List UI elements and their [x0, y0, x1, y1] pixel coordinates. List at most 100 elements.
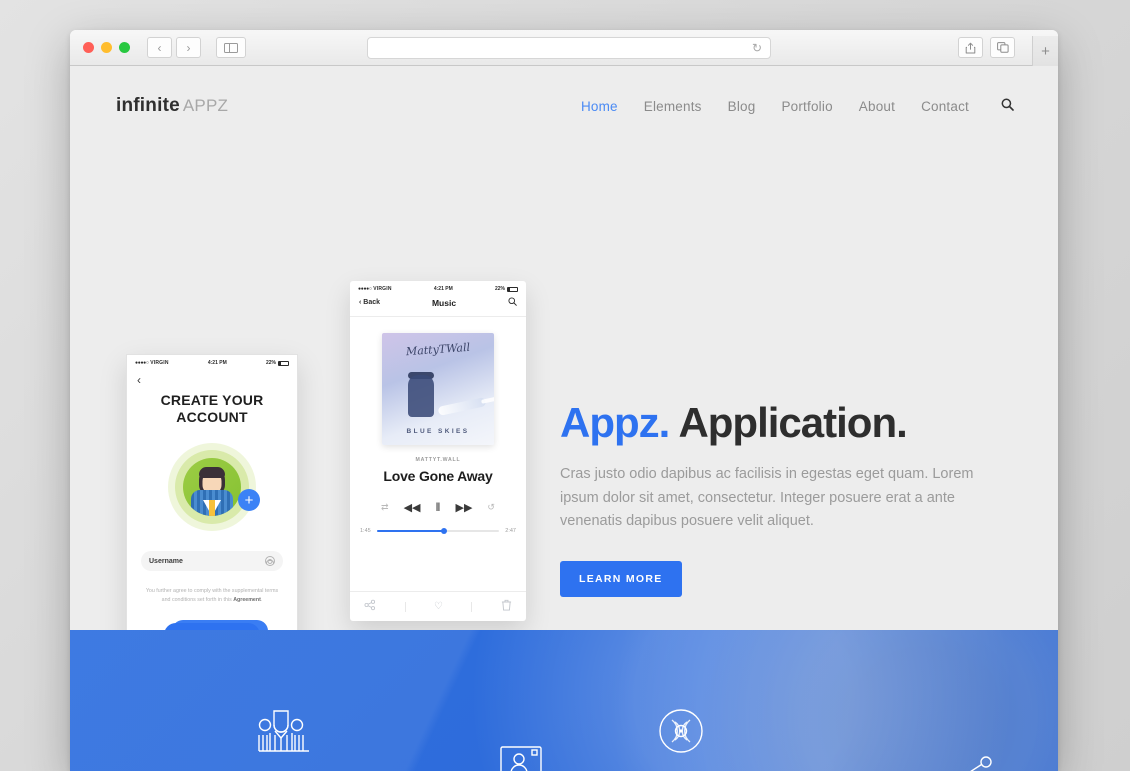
signup-title: CREATE YOUR ACCOUNT [127, 392, 297, 425]
browser-toolbar: ‹ › ↻ + [70, 30, 1058, 66]
carrier-name: VIRGIN [150, 360, 169, 366]
avatar: + [168, 443, 260, 532]
back-button[interactable]: ‹ [147, 37, 172, 58]
nav-item-elements[interactable]: Elements [644, 99, 702, 114]
repeat-icon[interactable]: ↺ [487, 502, 495, 513]
nav-item-about[interactable]: About [859, 99, 895, 114]
sidebar-icon [224, 42, 238, 53]
next-track-icon[interactable]: ▶▶ [455, 501, 472, 514]
signup-battery-indicator: 22% [266, 360, 289, 366]
playback-progress: 1:45 2:47 [360, 528, 516, 534]
footer-divider [471, 601, 473, 612]
site-header: infinite APPZ Home Elements Blog Portfoli… [70, 66, 1058, 146]
footer-divider [404, 601, 406, 612]
nav-item-portfolio[interactable]: Portfolio [781, 99, 832, 114]
hero-paragraph: Cras justo odio dapibus ac facilisis in … [560, 466, 974, 530]
signup-title-line1: CREATE YOUR [160, 392, 264, 408]
hero-section: ●●●●○ VIRGIN 4:21 PM 22% ‹ CREATE YOUR A… [70, 146, 1058, 672]
music-clock: 4:21 PM [433, 286, 453, 292]
signup-carrier-label: ●●●●○ VIRGIN [135, 360, 169, 366]
music-status-bar: ●●●●○ VIRGIN 4:21 PM 22% [350, 281, 526, 294]
battery-icon [278, 360, 289, 366]
signup-status-bar: ●●●●○ VIRGIN 4:21 PM 22% [127, 355, 297, 368]
music-footer-actions: ♡ [350, 591, 526, 621]
web-page: infinite APPZ Home Elements Blog Portfoli… [70, 66, 1058, 771]
features-blue-section [70, 630, 1058, 771]
music-back-button[interactable]: ‹ Back [359, 299, 380, 306]
hero-copy: Appz. Application. Cras justo odio dapib… [560, 399, 990, 597]
like-heart-icon[interactable]: ♡ [434, 601, 443, 612]
page-title: Appz. Application. [560, 399, 990, 446]
user-icon [265, 556, 275, 567]
music-battery-percent: 22% [494, 286, 505, 292]
forward-button[interactable]: › [176, 37, 201, 58]
tabs-icon [996, 42, 1009, 53]
username-input[interactable]: Username [141, 551, 283, 572]
track-title: Love Gone Away [383, 468, 493, 484]
album-signature: MattyTWall [405, 340, 471, 359]
music-signal-dots: ●●●●○ [358, 286, 372, 292]
close-window-button[interactable] [83, 42, 94, 53]
nav-item-home[interactable]: Home [581, 99, 618, 114]
share-icon [965, 42, 976, 53]
id-card-icon[interactable] [499, 745, 543, 771]
headline-accent: Appz. [560, 399, 670, 446]
signal-dots: ●●●●○ [135, 360, 149, 366]
music-screen-title: Music [431, 297, 457, 308]
album-figure [408, 375, 434, 417]
album-artwork: MattyTWall BLUE SKIES [382, 333, 494, 445]
reload-icon[interactable]: ↻ [752, 42, 762, 54]
delete-trash-icon[interactable] [501, 599, 512, 614]
sidebar-toggle-button[interactable] [216, 37, 246, 58]
shuffle-icon[interactable]: ⇄ [381, 502, 389, 513]
minimize-window-button[interactable] [101, 42, 112, 53]
previous-track-icon[interactable]: ◀◀ [404, 501, 421, 514]
nav-item-blog[interactable]: Blog [728, 99, 756, 114]
music-phone-mockup: ●●●●○ VIRGIN 4:21 PM 22% ‹ Back Music Ma… [350, 281, 526, 621]
screenshot-root: ‹ › ↻ + infinite APPZ Home Elements Blog… [0, 0, 1130, 771]
new-tab-button[interactable]: + [1032, 36, 1058, 66]
main-navigation: Home Elements Blog Portfolio About Conta… [581, 98, 1014, 114]
browser-window: ‹ › ↻ + infinite APPZ Home Elements Blog… [70, 30, 1058, 771]
battery-percent: 22% [265, 360, 276, 366]
album-subtitle: BLUE SKIES [406, 428, 470, 435]
group-people-icon[interactable] [253, 705, 309, 757]
music-search-icon[interactable] [508, 297, 517, 308]
player-controls: ⇄ ◀◀ ‖ ▶▶ ↺ [350, 500, 526, 514]
nav-item-contact[interactable]: Contact [921, 99, 969, 114]
pause-icon[interactable]: ‖ [436, 500, 441, 514]
music-battery-icon [507, 286, 518, 292]
signup-clock: 4:21 PM [207, 360, 227, 366]
total-time: 2:47 [505, 528, 516, 534]
share-network-icon[interactable] [950, 752, 1000, 771]
username-placeholder: Username [149, 557, 183, 565]
progress-fill [376, 530, 445, 532]
logo-light-text: APPZ [182, 96, 229, 115]
headline-rest: Application. [678, 399, 907, 446]
progress-knob[interactable] [441, 528, 448, 534]
add-user-badge-icon[interactable]: + [238, 489, 260, 512]
progress-slider[interactable] [376, 528, 500, 534]
zoom-window-button[interactable] [119, 42, 130, 53]
window-controls [83, 42, 130, 53]
elapsed-time: 1:45 [360, 528, 371, 534]
learn-more-button[interactable]: LEARN MORE [560, 560, 682, 597]
navigation-buttons: ‹ › [147, 37, 246, 58]
show-tabs-button[interactable] [990, 37, 1015, 58]
signup-back-button[interactable]: ‹ [127, 368, 297, 386]
site-logo[interactable]: infinite APPZ [116, 95, 228, 117]
music-nav-bar: ‹ Back Music [350, 294, 526, 317]
toolbar-right-actions [958, 37, 1015, 58]
share-icon[interactable] [364, 599, 376, 614]
album-guitar [437, 397, 487, 416]
signup-legal-text: You further agree to comply with the sup… [145, 587, 279, 605]
search-icon[interactable] [1001, 98, 1014, 114]
avatar-person-icon [183, 458, 241, 517]
share-button[interactable] [958, 37, 983, 58]
vinyl-record-icon[interactable] [658, 708, 704, 754]
track-artist: MATTYT.WALL [415, 457, 461, 463]
address-bar[interactable]: ↻ [367, 37, 771, 59]
agreement-link[interactable]: Agreement [233, 597, 261, 603]
signup-phone-mockup: ●●●●○ VIRGIN 4:21 PM 22% ‹ CREATE YOUR A… [126, 354, 298, 672]
music-battery-indicator: 22% [495, 286, 518, 292]
